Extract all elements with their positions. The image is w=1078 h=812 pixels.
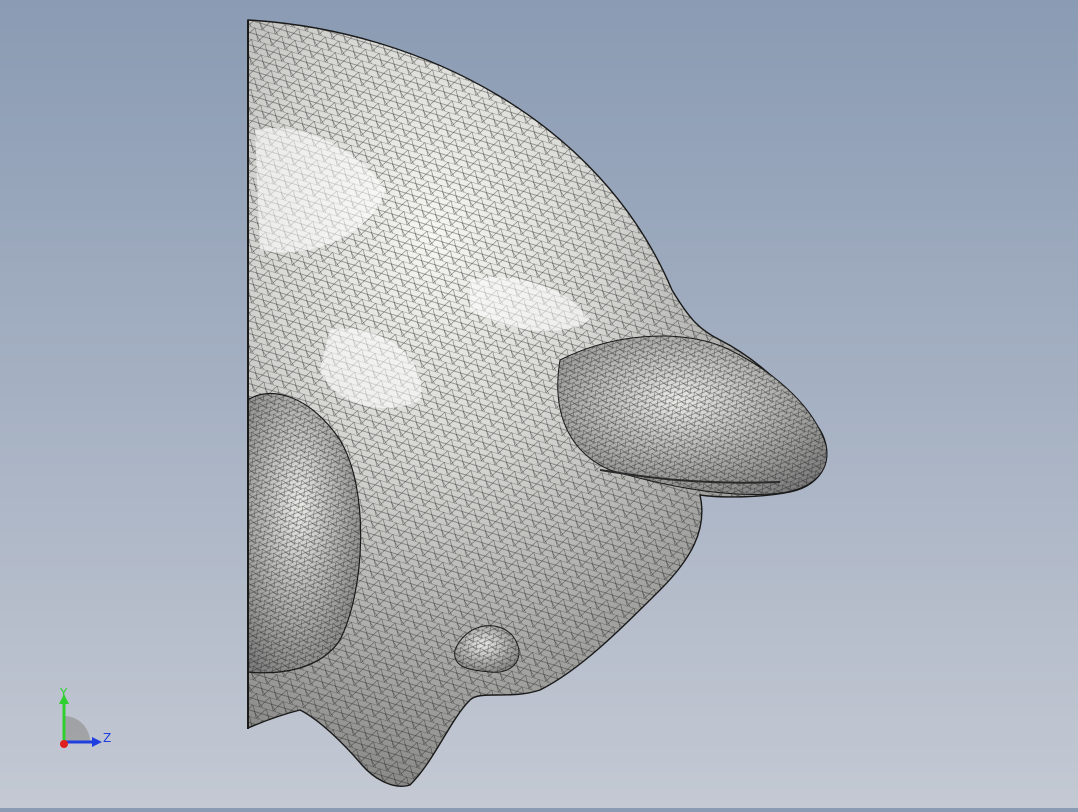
x-axis-dot xyxy=(60,740,68,748)
triad-arc xyxy=(64,716,90,742)
z-arrow-head xyxy=(92,737,102,747)
orientation-triad[interactable]: Y Z xyxy=(48,686,118,752)
y-axis-label: Y xyxy=(59,686,68,700)
model-view[interactable] xyxy=(0,0,1078,808)
graphics-viewport[interactable] xyxy=(0,0,1078,808)
z-axis-label: Z xyxy=(103,731,111,745)
